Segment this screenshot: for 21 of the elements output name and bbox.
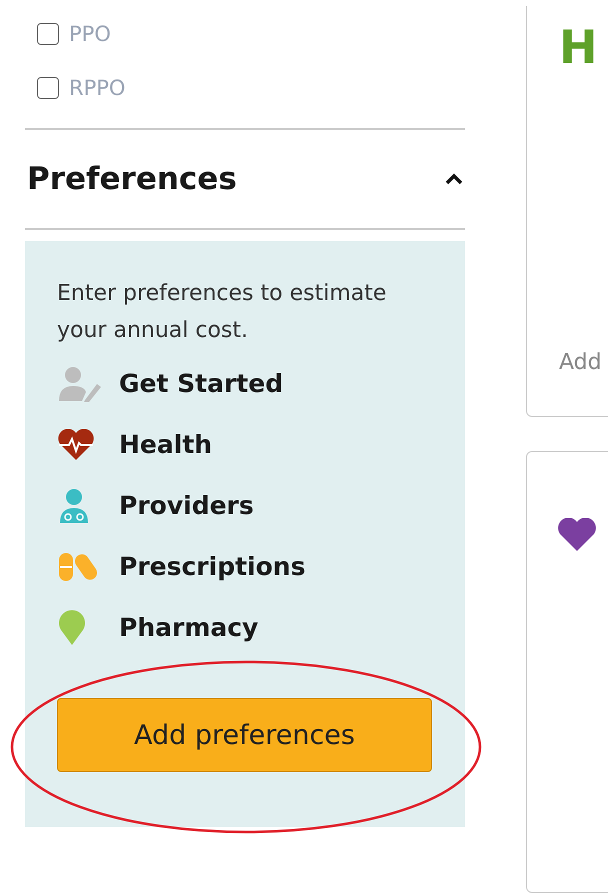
checkbox[interactable] (37, 77, 59, 99)
person-edit-icon (57, 366, 103, 402)
step-label: Health (119, 430, 212, 459)
doctor-icon (57, 488, 91, 524)
map-pin-icon (57, 610, 87, 646)
checkbox-label: PPO (69, 22, 111, 46)
heartbeat-icon (57, 428, 95, 460)
step-label: Prescriptions (119, 552, 306, 581)
step-label: Get Started (119, 369, 284, 398)
pills-icon (57, 550, 99, 582)
checkbox[interactable] (37, 23, 59, 45)
plan-title: H (559, 20, 598, 74)
step-label: Pharmacy (119, 613, 258, 642)
heart-icon (557, 518, 597, 552)
section-title: Preferences (27, 161, 237, 197)
intro-text: Enter preferences to estimate your annual cost. (57, 280, 388, 345)
checkbox-label: RPPO (69, 76, 126, 100)
step-label: Providers (119, 491, 254, 520)
caret-icon[interactable] (445, 173, 463, 185)
add-preferences-button[interactable]: Add preferences (57, 698, 432, 772)
plan-link[interactable]: Add (559, 350, 602, 375)
